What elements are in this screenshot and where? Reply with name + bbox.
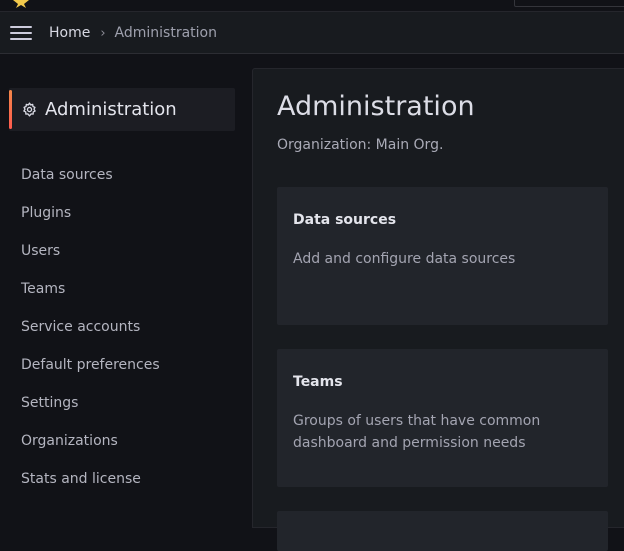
sidebar-section-title: Administration: [45, 99, 177, 120]
search-input[interactable]: [514, 0, 624, 7]
top-navbar: Home › Administration: [0, 12, 624, 54]
breadcrumb-current: Administration: [114, 25, 217, 41]
sidebar-nav-list: Data sources Plugins Users Teams Service…: [21, 156, 160, 498]
breadcrumb: Home › Administration: [49, 12, 217, 54]
card-title: Teams: [293, 374, 343, 390]
top-strip: [0, 0, 624, 12]
card-data-sources[interactable]: Data sources Add and configure data sour…: [277, 187, 608, 325]
card-title: Data sources: [293, 212, 397, 228]
star-icon[interactable]: [13, 0, 29, 8]
card-description: Groups of users that have common dashboa…: [293, 413, 541, 451]
breadcrumb-separator: ›: [100, 25, 106, 41]
card-next[interactable]: [277, 511, 608, 551]
card-teams[interactable]: Teams Groups of users that have common d…: [277, 349, 608, 487]
main-content: Administration Organization: Main Org. D…: [252, 68, 624, 551]
sidebar-section-header[interactable]: Administration: [9, 88, 235, 131]
sidebar-item-organizations[interactable]: Organizations: [21, 422, 160, 460]
card-description: Add and configure data sources: [293, 251, 516, 267]
sidebar-item-data-sources[interactable]: Data sources: [21, 156, 160, 194]
sidebar-item-stats-and-license[interactable]: Stats and license: [21, 460, 160, 498]
sidebar-item-plugins[interactable]: Plugins: [21, 194, 160, 232]
page-subtitle: Organization: Main Org.: [277, 137, 444, 153]
sidebar-item-teams[interactable]: Teams: [21, 270, 160, 308]
sidebar: Administration Data sources Plugins User…: [0, 55, 251, 519]
sidebar-item-users[interactable]: Users: [21, 232, 160, 270]
breadcrumb-home-link[interactable]: Home: [49, 25, 90, 41]
sidebar-item-service-accounts[interactable]: Service accounts: [21, 308, 160, 346]
gear-icon: [23, 102, 36, 117]
page-title: Administration: [277, 91, 475, 122]
sidebar-item-default-preferences[interactable]: Default preferences: [21, 346, 160, 384]
hamburger-menu-icon[interactable]: [9, 24, 33, 42]
sidebar-item-settings[interactable]: Settings: [21, 384, 160, 422]
active-accent-bar: [9, 90, 12, 129]
